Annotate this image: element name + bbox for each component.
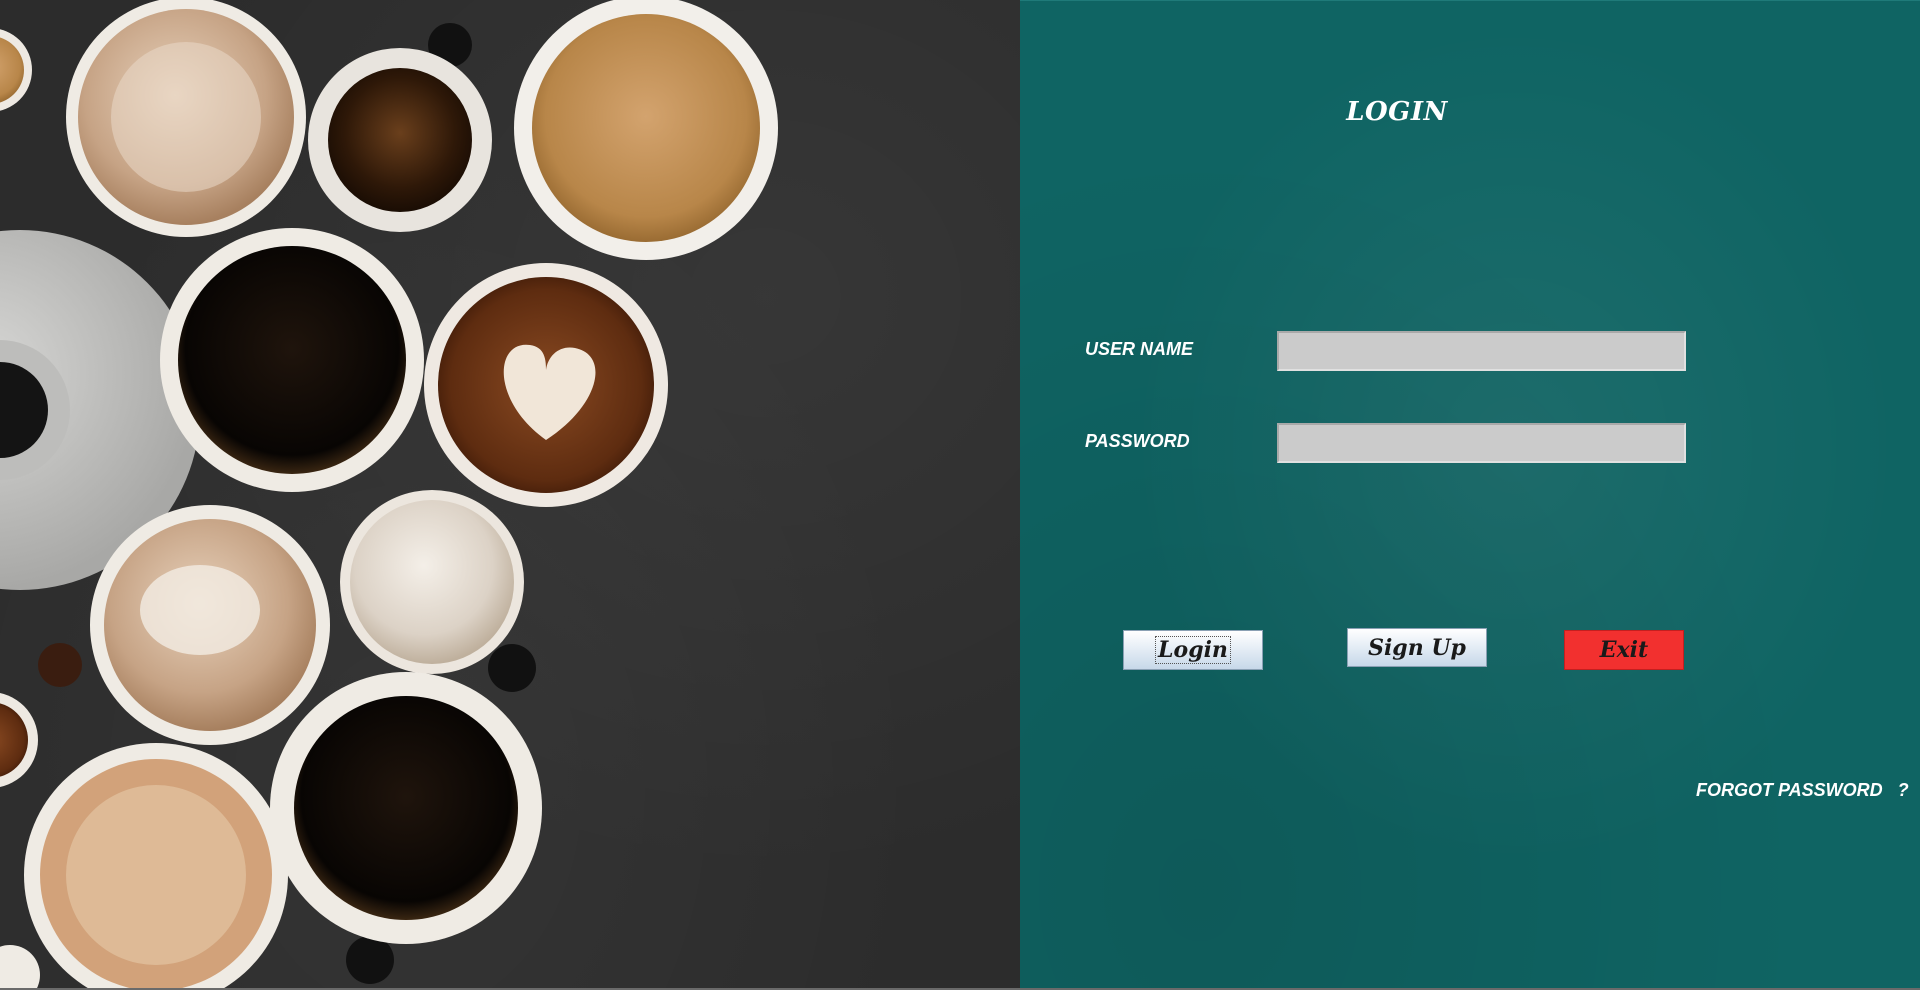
- password-input[interactable]: [1277, 423, 1686, 463]
- coffee-cups-image: [0, 0, 1020, 988]
- cup-handle: [346, 936, 394, 984]
- cup-shape: [532, 14, 760, 242]
- forgot-password-link[interactable]: FORGOT PASSWORD ?: [1696, 780, 1909, 801]
- login-panel: LOGIN USER NAME PASSWORD Login Sign Up E…: [1020, 0, 1920, 989]
- cup-shape: [294, 696, 518, 920]
- exit-button[interactable]: Exit: [1564, 630, 1684, 670]
- cup-shape: [328, 68, 472, 212]
- signup-button[interactable]: Sign Up: [1347, 628, 1487, 667]
- exit-button-label: Exit: [1599, 637, 1649, 663]
- cup-shape: [350, 500, 514, 664]
- login-title: LOGIN: [1346, 97, 1448, 127]
- password-label: PASSWORD: [1085, 431, 1190, 451]
- login-window: LOGIN USER NAME PASSWORD Login Sign Up E…: [0, 0, 1920, 990]
- login-button[interactable]: Login: [1123, 630, 1263, 670]
- cup-shape: [178, 246, 406, 474]
- username-input[interactable]: [1277, 331, 1686, 371]
- coffee-cups-illustration: [0, 0, 778, 988]
- login-button-label: Login: [1155, 636, 1231, 664]
- cup-handle: [38, 643, 82, 687]
- milk-foam: [140, 565, 260, 655]
- cup-handle: [488, 644, 536, 692]
- cup-shape: [66, 785, 246, 965]
- cup-shape: [0, 945, 40, 988]
- signup-button-label: Sign Up: [1368, 634, 1466, 661]
- username-label: USER NAME: [1085, 339, 1194, 359]
- cup-shape: [111, 42, 261, 192]
